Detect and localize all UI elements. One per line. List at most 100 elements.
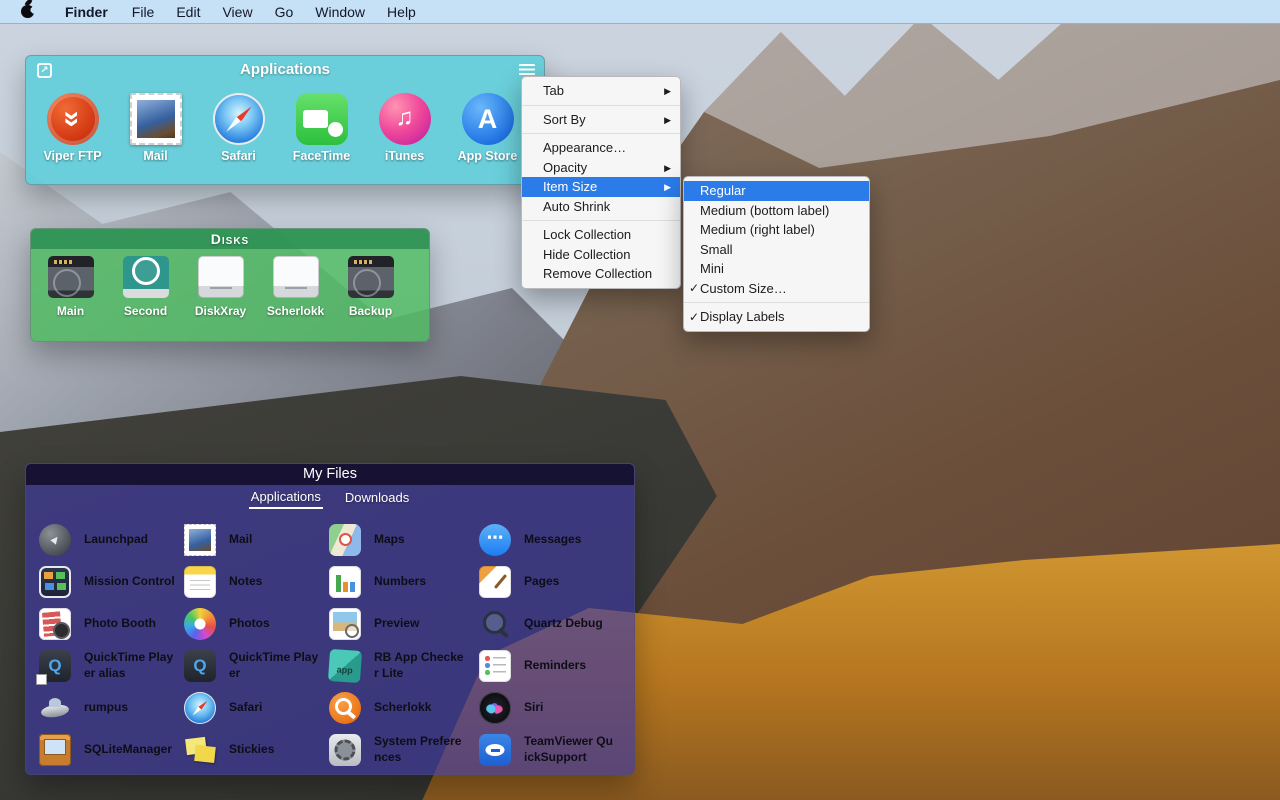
menubar-item-window[interactable]: Window bbox=[304, 0, 376, 24]
grid-item-notes[interactable]: Notes bbox=[184, 561, 329, 603]
submenu-item-medium-right-label[interactable]: Medium (right label) bbox=[684, 220, 869, 240]
menu-item-hide-collection[interactable]: Hide Collection bbox=[522, 245, 680, 265]
grid-item-scherlokk[interactable]: Scherlokk bbox=[329, 687, 479, 729]
disk-item-diskxray[interactable]: DiskXray bbox=[183, 256, 258, 318]
disk-label: Backup bbox=[349, 304, 392, 318]
disks-collection-window: Disks Main Second DiskXray Scherlokk Bac… bbox=[30, 228, 430, 342]
grid-item-numbers[interactable]: Numbers bbox=[329, 561, 479, 603]
safari-compass-icon bbox=[213, 93, 265, 145]
menu-item-remove-collection[interactable]: Remove Collection bbox=[522, 264, 680, 284]
grid-item-label: Safari bbox=[229, 700, 329, 716]
maps-icon bbox=[329, 524, 361, 556]
teamviewer-icon bbox=[479, 734, 511, 766]
grid-item-system-preferences[interactable]: System Prefere nces bbox=[329, 729, 479, 771]
grid-item-photo-booth[interactable]: Photo Booth bbox=[39, 603, 184, 645]
submenu-item-custom-size[interactable]: Custom Size… bbox=[684, 279, 869, 299]
menu-item-item-size[interactable]: Item Size bbox=[522, 177, 680, 197]
menubar-item-help[interactable]: Help bbox=[376, 0, 427, 24]
app-item-viper-ftp[interactable]: Viper FTP bbox=[31, 93, 114, 163]
app-label: Safari bbox=[221, 149, 256, 163]
grid-item-label: Mission Control bbox=[84, 574, 184, 590]
apple-menu-icon[interactable] bbox=[21, 5, 34, 18]
app-item-mail[interactable]: Mail bbox=[114, 93, 197, 163]
menu-item-label: Custom Size… bbox=[700, 281, 869, 296]
menubar-item-file[interactable]: File bbox=[121, 0, 166, 24]
app-label: Mail bbox=[143, 149, 167, 163]
menu-item-opacity[interactable]: Opacity bbox=[522, 158, 680, 178]
menu-item-label: Tab bbox=[522, 83, 680, 98]
my-files-titlebar[interactable]: My Files bbox=[26, 464, 634, 485]
disk-item-scherlokk[interactable]: Scherlokk bbox=[258, 256, 333, 318]
grid-item-preview[interactable]: Preview bbox=[329, 603, 479, 645]
grid-item-reminders[interactable]: Reminders bbox=[479, 645, 629, 687]
grid-item-quartz-debug[interactable]: Quartz Debug bbox=[479, 603, 629, 645]
app-label: FaceTime bbox=[293, 149, 350, 163]
grid-item-quicktime-player[interactable]: QuickTime Play er bbox=[184, 645, 329, 687]
menubar-item-view[interactable]: View bbox=[211, 0, 263, 24]
hamburger-menu-icon[interactable] bbox=[519, 64, 535, 75]
menu-item-label: Mini bbox=[700, 261, 869, 276]
applications-collection-window: Applications ↗ Viper FTP Mail Safari Fac… bbox=[25, 55, 545, 185]
grid-item-mission-control[interactable]: Mission Control bbox=[39, 561, 184, 603]
submenu-item-medium-bottom-label[interactable]: Medium (bottom label) bbox=[684, 201, 869, 221]
disk-item-second[interactable]: Second bbox=[108, 256, 183, 318]
open-in-window-icon[interactable]: ↗ bbox=[37, 63, 52, 78]
grid-item-rumpus[interactable]: rumpus bbox=[39, 687, 184, 729]
gear-icon bbox=[329, 734, 361, 766]
menubar-item-finder[interactable]: Finder bbox=[52, 0, 121, 24]
grid-item-siri[interactable]: Siri bbox=[479, 687, 629, 729]
viper-ftp-icon bbox=[47, 93, 99, 145]
grid-item-label: Pages bbox=[524, 574, 629, 590]
applications-collection-titlebar[interactable]: Applications bbox=[26, 56, 544, 84]
menu-item-appearance[interactable]: Appearance… bbox=[522, 138, 680, 158]
tab-applications[interactable]: Applications bbox=[249, 487, 323, 509]
grid-item-photos[interactable]: Photos bbox=[184, 603, 329, 645]
menubar-item-edit[interactable]: Edit bbox=[165, 0, 211, 24]
app-label: Viper FTP bbox=[43, 149, 101, 163]
disks-collection-titlebar[interactable]: Disks bbox=[31, 229, 429, 249]
grid-item-rb-app-checker-lite[interactable]: RB App Checke r Lite bbox=[329, 645, 479, 687]
submenu-item-mini[interactable]: Mini bbox=[684, 259, 869, 279]
app-item-itunes[interactable]: iTunes bbox=[363, 93, 446, 163]
app-item-facetime[interactable]: FaceTime bbox=[280, 93, 363, 163]
submenu-item-small[interactable]: Small bbox=[684, 240, 869, 260]
grid-item-safari[interactable]: Safari bbox=[184, 687, 329, 729]
notes-icon bbox=[184, 566, 216, 598]
grid-item-label: Mail bbox=[229, 532, 329, 548]
menu-item-sort-by[interactable]: Sort By bbox=[522, 110, 680, 130]
safari-compass-icon bbox=[184, 692, 216, 724]
menubar-item-go[interactable]: Go bbox=[264, 0, 305, 24]
app-label: App Store bbox=[458, 149, 518, 163]
grid-item-maps[interactable]: Maps bbox=[329, 519, 479, 561]
app-store-icon bbox=[462, 93, 514, 145]
disk-item-main[interactable]: Main bbox=[33, 256, 108, 318]
app-item-safari[interactable]: Safari bbox=[197, 93, 280, 163]
grid-item-messages[interactable]: Messages bbox=[479, 519, 629, 561]
grid-item-label: TeamViewer Qu ickSupport bbox=[524, 734, 629, 765]
menu-item-label: Sort By bbox=[522, 112, 680, 127]
submenu-item-display-labels[interactable]: Display Labels bbox=[684, 307, 869, 327]
grid-item-quicktime-player-alias[interactable]: QuickTime Play er alias bbox=[39, 645, 184, 687]
disks-icon-row: Main Second DiskXray Scherlokk Backup bbox=[31, 256, 429, 318]
tab-downloads[interactable]: Downloads bbox=[343, 488, 411, 508]
grid-item-mail[interactable]: Mail bbox=[184, 519, 329, 561]
app-item-app-store[interactable]: App Store bbox=[446, 93, 529, 163]
menu-item-lock-collection[interactable]: Lock Collection bbox=[522, 225, 680, 245]
menu-bar: Finder File Edit View Go Window Help bbox=[0, 0, 1280, 24]
grid-item-stickies[interactable]: Stickies bbox=[184, 729, 329, 771]
menu-item-tab[interactable]: Tab bbox=[522, 81, 680, 101]
menu-item-auto-shrink[interactable]: Auto Shrink bbox=[522, 197, 680, 217]
grid-item-sqlitemanager[interactable]: SQLiteManager bbox=[39, 729, 184, 771]
menu-item-label: Item Size bbox=[522, 179, 680, 194]
submenu-item-regular[interactable]: Regular bbox=[684, 181, 869, 201]
grid-item-label: Maps bbox=[374, 532, 479, 548]
messages-bubble-icon bbox=[479, 524, 511, 556]
grid-item-teamviewer-quicksupport[interactable]: TeamViewer Qu ickSupport bbox=[479, 729, 629, 771]
disk-item-backup[interactable]: Backup bbox=[333, 256, 408, 318]
grid-item-label: Messages bbox=[524, 532, 629, 548]
grid-item-pages[interactable]: Pages bbox=[479, 561, 629, 603]
mission-control-icon bbox=[39, 566, 71, 598]
disk-label: DiskXray bbox=[195, 304, 246, 318]
menu-separator bbox=[522, 133, 680, 134]
grid-item-launchpad[interactable]: Launchpad bbox=[39, 519, 184, 561]
